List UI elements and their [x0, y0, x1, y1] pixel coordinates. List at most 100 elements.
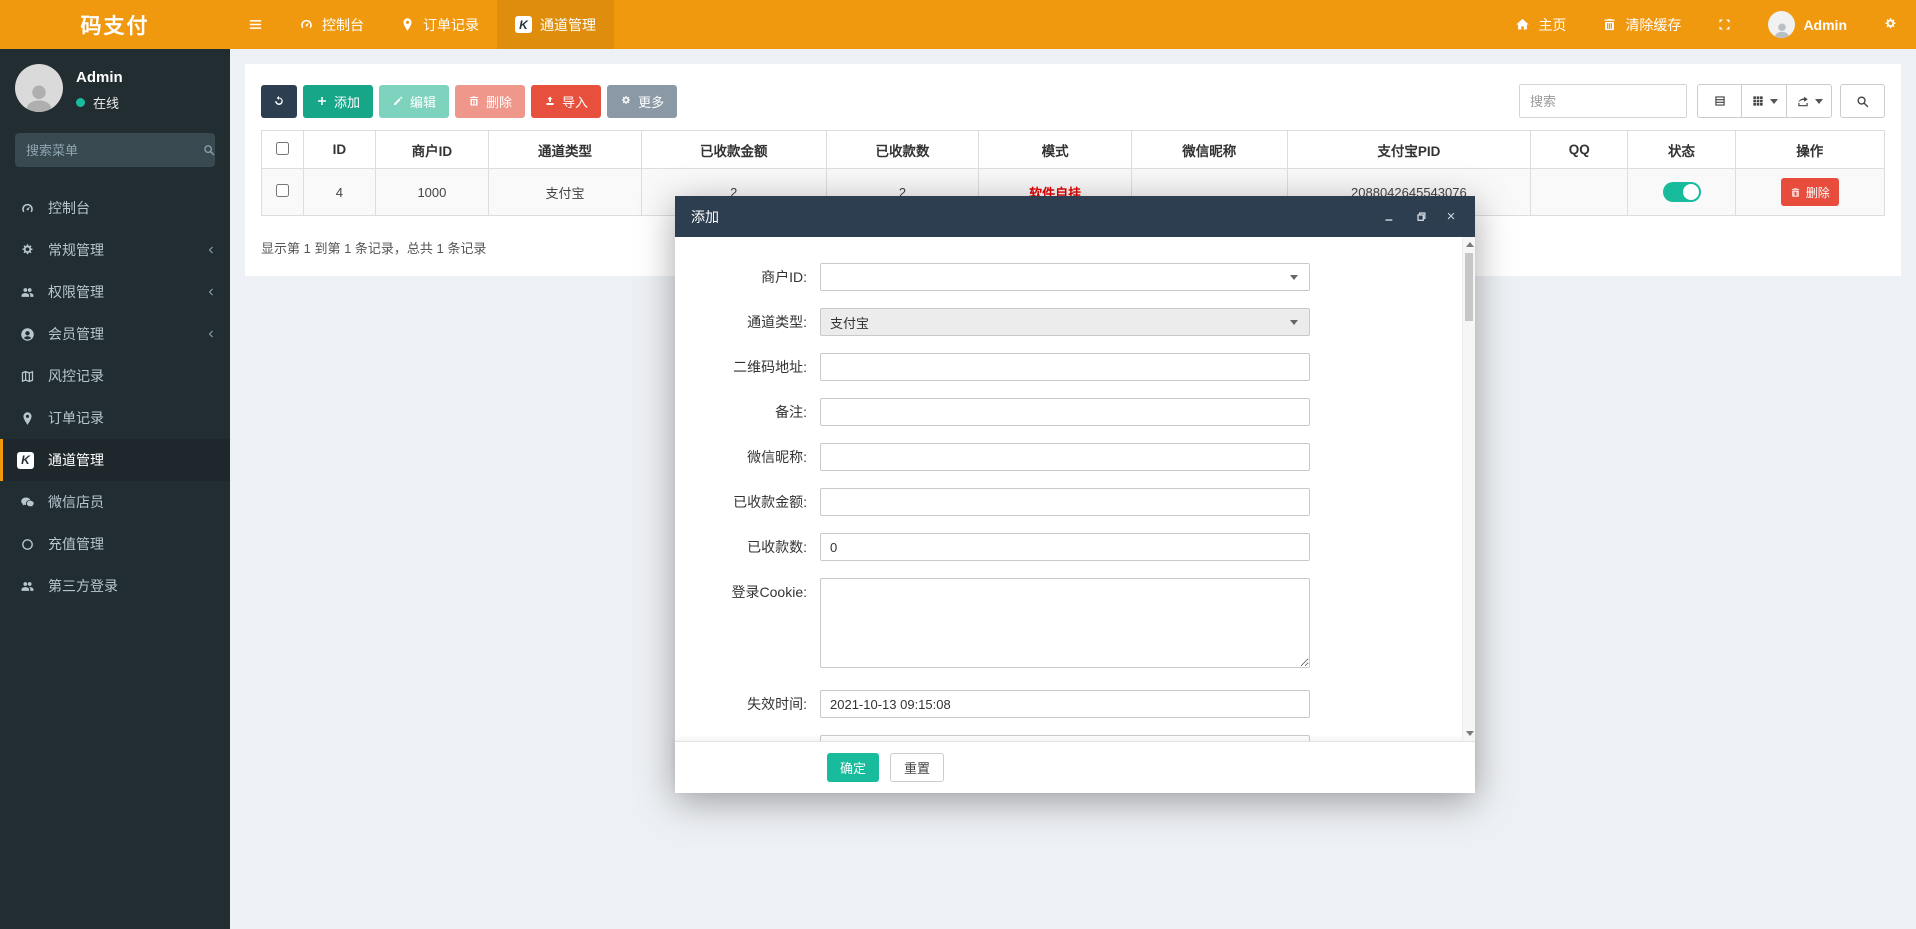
- cell-merchant-id: 1000: [375, 169, 489, 216]
- qrcode-url-input[interactable]: [820, 353, 1310, 381]
- col-status: 状态: [1628, 131, 1735, 169]
- user-name: Admin: [1803, 17, 1847, 33]
- status-toggle[interactable]: [1663, 182, 1701, 202]
- sidebar-item-wechat-clerk[interactable]: 微信店员: [0, 481, 230, 523]
- edit-button[interactable]: 编辑: [379, 85, 449, 118]
- sidebar-item-recharge-management[interactable]: 充值管理: [0, 523, 230, 565]
- status-label: 在线: [93, 93, 119, 112]
- scrollbar-thumb[interactable]: [1465, 253, 1473, 321]
- user-icon: [21, 81, 57, 112]
- confirm-button[interactable]: 确定: [827, 753, 879, 782]
- scroll-up-icon[interactable]: [1463, 237, 1476, 251]
- chevron-left-icon: [205, 328, 217, 340]
- sidebar-item-general-management[interactable]: 常规管理: [0, 229, 230, 271]
- dialog-scrollbar[interactable]: [1462, 237, 1475, 741]
- col-channel-type: 通道类型: [489, 131, 642, 169]
- sidebar-item-label: 微信店员: [48, 492, 104, 512]
- col-qq: QQ: [1531, 131, 1628, 169]
- col-merchant-id: 商户ID: [375, 131, 489, 169]
- circle-icon: [17, 537, 38, 552]
- sidebar-item-permission-management[interactable]: 权限管理: [0, 271, 230, 313]
- topnav-label: 控制台: [322, 15, 364, 35]
- columns-button[interactable]: [1742, 84, 1787, 118]
- sidebar-item-label: 风控记录: [48, 366, 104, 386]
- search-icon: [1855, 94, 1870, 109]
- export-icon: [1796, 94, 1810, 108]
- login-cookie-textarea[interactable]: [820, 578, 1310, 668]
- home-link[interactable]: 主页: [1497, 15, 1584, 35]
- select-all-checkbox[interactable]: [276, 142, 289, 155]
- minimize-icon[interactable]: [1381, 209, 1397, 225]
- sidebar-menu: 控制台 常规管理 权限管理 会员管理 风控记录 订单记录 K 通道管理: [0, 187, 230, 607]
- received-count-input[interactable]: [820, 533, 1310, 561]
- user-icon: [1772, 21, 1792, 38]
- scroll-down-icon[interactable]: [1463, 727, 1476, 741]
- sidebar-item-label: 权限管理: [48, 282, 104, 302]
- search-button[interactable]: [1840, 84, 1885, 118]
- user-menu[interactable]: Admin: [1750, 11, 1865, 38]
- sidebar: Admin 在线 控制台 常规管理 权限管理 会员管理: [0, 49, 230, 929]
- sidebar-search-input[interactable]: [26, 143, 202, 158]
- close-icon[interactable]: ×: [1443, 209, 1459, 225]
- sidebar-item-order-records[interactable]: 订单记录: [0, 397, 230, 439]
- cell-actions: 删除: [1735, 169, 1884, 216]
- trash-icon: [1790, 187, 1801, 198]
- cell-channel-type: 支付宝: [489, 169, 642, 216]
- dialog-header[interactable]: 添加 ×: [675, 196, 1475, 237]
- sidebar-item-channel-management[interactable]: K 通道管理: [0, 439, 230, 481]
- caret-down-icon: [1290, 320, 1298, 329]
- topnav-dashboard[interactable]: 控制台: [281, 0, 382, 49]
- dialog-body: 商户ID: 通道类型: 支付宝 二维码地址: 备注:: [675, 237, 1475, 741]
- upload-icon: [544, 95, 556, 107]
- field-label: 已收款金额:: [675, 488, 820, 516]
- search-icon: [202, 143, 216, 157]
- reset-button[interactable]: 重置: [890, 753, 944, 782]
- sidebar-item-label: 常规管理: [48, 240, 104, 260]
- trash-icon: [1602, 17, 1617, 32]
- channel-icon: K: [515, 16, 532, 33]
- sidebar-item-member-management[interactable]: 会员管理: [0, 313, 230, 355]
- col-received-count: 已收款数: [826, 131, 979, 169]
- gauge-icon: [299, 17, 314, 32]
- sidebar-item-dashboard[interactable]: 控制台: [0, 187, 230, 229]
- remark-input[interactable]: [820, 398, 1310, 426]
- row-delete-button[interactable]: 删除: [1781, 178, 1839, 206]
- sidebar-item-label: 第三方登录: [48, 576, 118, 596]
- import-button[interactable]: 导入: [531, 85, 601, 118]
- cell-select: [262, 169, 304, 216]
- dialog-footer: 确定 重置: [675, 741, 1475, 793]
- expire-time-input[interactable]: [820, 690, 1310, 718]
- received-amount-input[interactable]: [820, 488, 1310, 516]
- toggle-view-button[interactable]: [1697, 84, 1742, 118]
- refresh-button[interactable]: [261, 85, 297, 118]
- sidebar-item-risk-records[interactable]: 风控记录: [0, 355, 230, 397]
- sidebar-item-third-party-login[interactable]: 第三方登录: [0, 565, 230, 607]
- field-label: 通道类型:: [675, 308, 820, 336]
- view-button-group: [1697, 84, 1832, 118]
- sidebar-item-label: 订单记录: [48, 408, 104, 428]
- table-header-row: ID 商户ID 通道类型 已收款金额 已收款数 模式 微信昵称 支付宝PID Q…: [262, 131, 1885, 169]
- wechat-nick-input[interactable]: [820, 443, 1310, 471]
- home-label: 主页: [1538, 15, 1566, 35]
- select-all-header: [262, 131, 304, 169]
- restore-icon[interactable]: [1412, 209, 1428, 225]
- user-panel: Admin 在线: [0, 49, 230, 120]
- export-button[interactable]: [1787, 84, 1832, 118]
- expand-icon: [1717, 17, 1732, 32]
- topnav-order-records[interactable]: 订单记录: [382, 0, 497, 49]
- table-search-input[interactable]: [1519, 84, 1687, 118]
- delete-button[interactable]: 删除: [455, 85, 525, 118]
- col-received-amount: 已收款金额: [641, 131, 826, 169]
- caret-down-icon: [1290, 275, 1298, 284]
- topnav-channel-management[interactable]: K 通道管理: [497, 0, 614, 49]
- more-button[interactable]: 更多: [607, 85, 677, 118]
- fullscreen-button[interactable]: [1699, 17, 1750, 32]
- merchant-id-select[interactable]: [820, 263, 1310, 291]
- sidebar-item-label: 通道管理: [48, 450, 104, 470]
- add-button[interactable]: 添加: [303, 85, 373, 118]
- sidebar-toggle-button[interactable]: [230, 0, 281, 49]
- channel-type-select[interactable]: 支付宝: [820, 308, 1310, 336]
- row-checkbox[interactable]: [276, 184, 289, 197]
- settings-button[interactable]: [1865, 17, 1916, 32]
- clear-cache-link[interactable]: 清除缓存: [1584, 15, 1699, 35]
